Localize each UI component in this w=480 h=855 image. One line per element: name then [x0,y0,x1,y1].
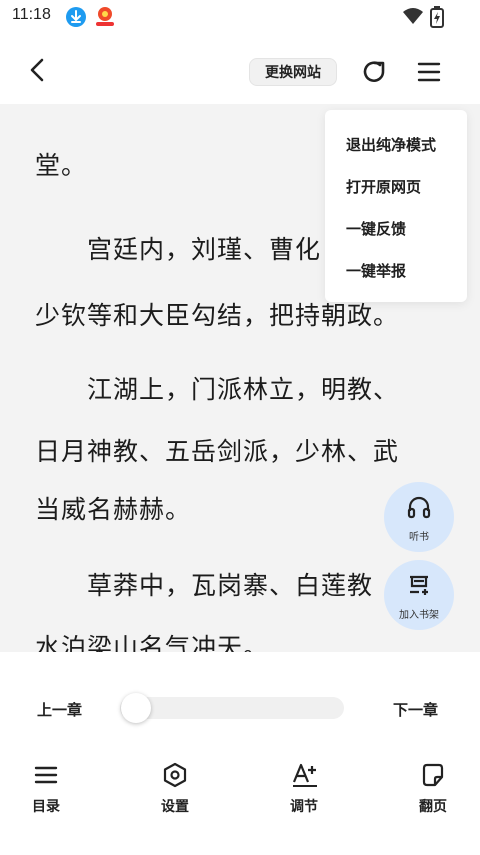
nav-toc-label: 目录 [32,799,60,815]
battery-icon [430,6,444,32]
menu-item-feedback[interactable]: 一键反馈 [346,218,406,239]
listen-label: 听书 [409,532,429,543]
settings-hexagon-icon [163,762,187,788]
nav-settings-label: 设置 [161,799,189,815]
prev-chapter-button[interactable]: 上一章 [37,699,82,720]
text-line: 江湖上，门派林立，明教、 [35,375,400,404]
menu-item-exit-pure-mode[interactable]: 退出纯净模式 [346,134,436,155]
top-toolbar: 更换网站 [0,34,480,104]
nav-adjust-label: 调节 [290,799,318,815]
back-button[interactable] [22,54,54,86]
menu-item-report[interactable]: 一键举报 [346,260,406,281]
bottom-control-panel: 上一章 下一章 目录 设置 调节 翻页 [0,652,480,855]
refresh-button[interactable] [358,56,390,88]
progress-knob[interactable] [121,693,151,723]
listen-button[interactable]: 听书 [384,482,454,552]
nav-toc[interactable]: 目录 [16,762,76,822]
overflow-menu: 退出纯净模式 打开原网页 一键反馈 一键举报 [325,110,467,302]
menu-item-open-original[interactable]: 打开原网页 [346,176,421,197]
add-to-shelf-label: 加入书架 [399,610,439,621]
download-icon [66,7,86,27]
text-size-icon [292,763,317,787]
chapter-progress-slider[interactable] [120,697,344,719]
more-menu-button[interactable] [414,56,444,88]
nav-page-flip-label: 翻页 [419,799,447,815]
nav-settings[interactable]: 设置 [145,762,205,822]
list-icon [34,766,58,784]
add-to-shelf-button[interactable]: 加入书架 [384,560,454,630]
app-notification-icon [93,6,117,28]
status-time: 11:18 [12,6,51,23]
refresh-icon [363,61,385,82]
next-chapter-button[interactable]: 下一章 [393,699,438,720]
status-bar: 11:18 [0,0,480,34]
back-arrow-icon [30,58,44,82]
nav-page-flip[interactable]: 翻页 [403,762,463,822]
nav-adjust[interactable]: 调节 [274,762,334,822]
switch-site-button[interactable]: 更换网站 [249,58,337,86]
bookshelf-add-icon [410,575,428,595]
headphones-icon [407,496,431,519]
page-flip-icon [422,763,444,787]
menu-icon [417,62,441,82]
wifi-icon [402,7,424,29]
